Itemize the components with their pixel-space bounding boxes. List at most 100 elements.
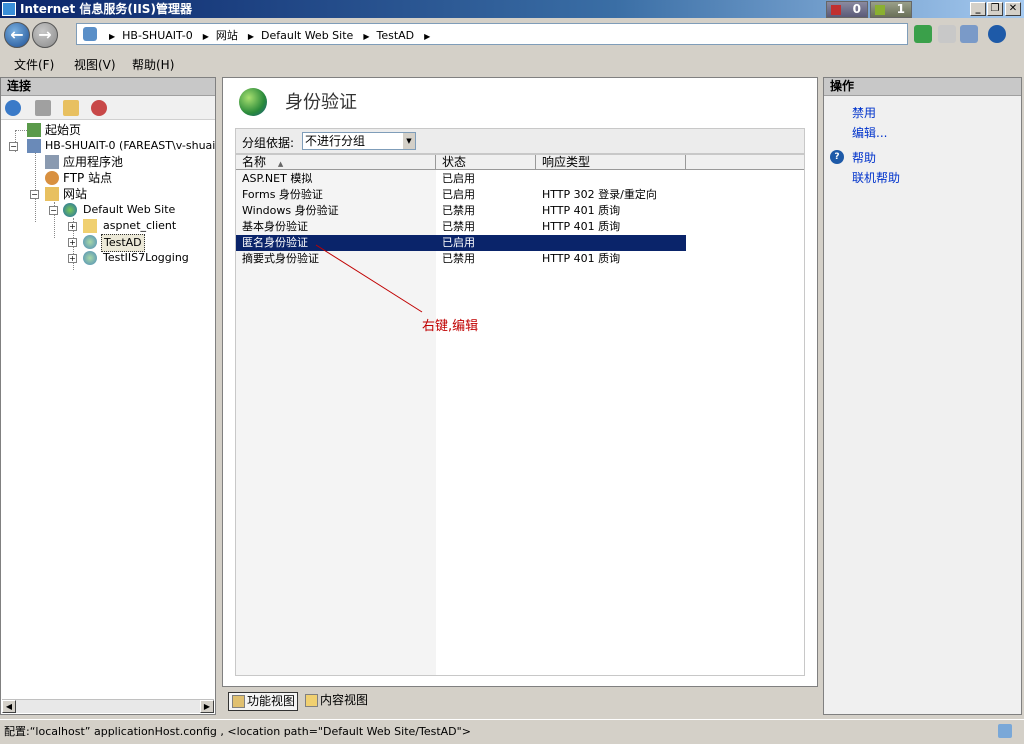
view-switcher: 功能视图 内容视图 [222,690,818,712]
breadcrumb-default-web-site[interactable]: Default Web Site [261,29,353,42]
menu-view[interactable]: 视图(V) [74,56,116,73]
connect-icon[interactable] [5,100,21,116]
features-view-button[interactable]: 功能视图 [228,692,299,711]
maximize-button[interactable]: ❐ [987,2,1003,16]
green-counter-button[interactable]: 1 [870,1,912,18]
connections-title: 连接 [1,78,215,96]
disconnect-icon[interactable] [91,100,107,116]
online-help-action-link[interactable]: 联机帮助 [852,169,900,186]
page-title: 身份验证 [285,92,357,113]
chevron-right-icon: ▶ [424,32,431,41]
connections-panel: 连接 起始页 − HB-SHUAIT-0 (FAREAST\v-shuai 应用… [0,77,216,715]
tree-node-default-web-site[interactable]: − Default Web Site [1,202,215,218]
tree-label: 网站 [63,187,88,201]
tree-label: FTP 站点 [63,171,113,185]
breadcrumb: ▶ HB-SHUAIT-0 ▶ 网站 ▶ Default Web Site ▶ TestAD ▶ [105,27,437,43]
connections-toolbar [1,96,215,120]
connections-tree: 起始页 − HB-SHUAIT-0 (FAREAST\v-shuai 应用程序池… [1,122,215,702]
stop-icon[interactable] [938,25,956,43]
expand-icon[interactable]: + [68,238,77,247]
back-button[interactable]: ← [4,22,30,48]
annotation-arrow [315,244,423,313]
features-view-icon [232,695,245,708]
tree-node-aspnet-client[interactable]: + aspnet_client [1,218,215,234]
content-view-label: 内容视图 [320,693,369,707]
tree-node-testiis7logging[interactable]: + TestIIS7Logging [1,250,215,266]
chevron-down-icon[interactable]: ▼ [403,133,415,149]
actions-panel: 操作 禁用 编辑... ? 帮助 联机帮助 [823,77,1022,715]
green-counter-value: 1 [896,2,905,16]
breadcrumb-testad[interactable]: TestAD [376,29,414,42]
minimize-button[interactable]: _ [970,2,986,16]
scroll-left-icon[interactable]: ◀ [2,700,16,713]
menu-help[interactable]: 帮助(H) [132,56,174,73]
tree-label: aspnet_client [103,219,177,232]
up-folder-icon[interactable] [63,100,79,116]
application-icon [83,235,97,249]
authentication-panel: 身份验证 分组依据: 不进行分组 ▼ 名称 ▲ 状态 响应类型 ASP.NET … [222,77,818,687]
server-icon [83,27,97,41]
home-icon[interactable] [960,25,978,43]
group-by-value: 不进行分组 [305,134,366,148]
tree-label: Default Web Site [83,203,176,216]
tree-label: HB-SHUAIT-0 (FAREAST\v-shuai [45,139,215,152]
edit-action-link[interactable]: 编辑... [852,124,887,141]
tree-node-start-page[interactable]: 起始页 [1,122,215,138]
tree-node-sites[interactable]: − 网站 [1,186,215,202]
window-title: Internet 信息服务(IIS)管理器 [20,2,192,16]
forward-button[interactable]: → [32,22,58,48]
tree-label: 起始页 [45,123,82,137]
title-bar: Internet 信息服务(IIS)管理器 0 1 _ ❐ ✕ [0,0,1024,18]
iis-app-icon [2,2,16,16]
tree-label: TestIIS7Logging [103,251,189,264]
expand-icon[interactable]: + [68,222,77,231]
content-view-button[interactable]: 内容视图 [302,692,368,711]
globe-icon [63,203,77,217]
address-bar[interactable]: ▶ HB-SHUAIT-0 ▶ 网站 ▶ Default Web Site ▶ TestAD ▶ [76,23,908,45]
gift-icon [831,5,841,15]
application-icon [83,251,97,265]
navigation-bar: ← → ▶ HB-SHUAIT-0 ▶ 网站 ▶ Default Web Site ▶ Tes… [0,18,1024,52]
menu-bar: 文件(F) 视图(V) 帮助(H) [0,52,1024,74]
close-button[interactable]: ✕ [1005,2,1021,16]
breadcrumb-sites[interactable]: 网站 [216,29,238,42]
save-icon[interactable] [35,100,51,116]
network-icon [998,724,1012,738]
disable-action-link[interactable]: 禁用 [852,104,876,121]
tree-node-app-pools[interactable]: 应用程序池 [1,154,215,170]
gift-icon [875,5,885,15]
breadcrumb-server[interactable]: HB-SHUAIT-0 [122,29,193,42]
scroll-right-icon[interactable]: ▶ [200,700,214,713]
tree-label: 应用程序池 [63,155,124,169]
group-by-bar: 分组依据: 不进行分组 ▼ [235,128,805,154]
red-counter-button[interactable]: 0 [826,1,868,18]
features-view-label: 功能视图 [247,694,296,708]
folder-icon [83,219,97,233]
authentication-list: 名称 ▲ 状态 响应类型 ASP.NET 模拟 已启用 Forms 身份验证 已… [235,154,805,676]
tree-node-ftp-sites[interactable]: FTP 站点 [1,170,215,186]
content-view-icon [305,694,318,707]
help-action-link[interactable]: 帮助 [852,149,876,166]
horizontal-scrollbar[interactable]: ◀ ▶ [2,699,214,713]
app-pool-icon [45,155,59,169]
refresh-icon[interactable] [914,25,932,43]
collapse-icon[interactable]: − [9,142,18,151]
tree-node-server[interactable]: − HB-SHUAIT-0 (FAREAST\v-shuai [1,138,215,154]
annotation-text: 右键,编辑 [422,319,479,334]
status-text: 配置:“localhost” applicationHost.config , … [4,725,471,738]
sites-folder-icon [45,187,59,201]
status-bar: 配置:“localhost” applicationHost.config , … [0,719,1024,744]
start-page-icon [27,123,41,137]
chevron-right-icon: ▶ [202,32,209,41]
collapse-icon[interactable]: − [30,190,39,199]
menu-file[interactable]: 文件(F) [14,56,54,73]
expand-icon[interactable]: + [68,254,77,263]
chevron-right-icon: ▶ [109,32,116,41]
group-by-select[interactable]: 不进行分组 ▼ [302,132,416,150]
ftp-icon [45,171,59,185]
help-icon[interactable] [988,25,1006,43]
red-counter-value: 0 [852,2,861,16]
collapse-icon[interactable]: − [49,206,58,215]
tree-node-testad[interactable]: + TestAD [1,234,215,252]
actions-title: 操作 [824,78,1021,96]
